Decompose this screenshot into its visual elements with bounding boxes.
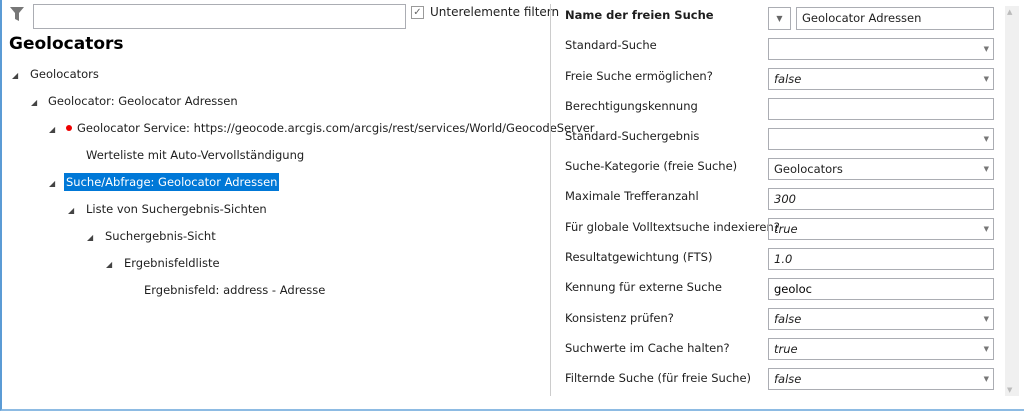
cache-select[interactable]: true ▼	[768, 338, 994, 360]
search-input[interactable]	[33, 4, 406, 29]
name-field[interactable]: Geolocator Adressen	[796, 7, 994, 30]
prop-label: Resultatgewichtung (FTS)	[565, 250, 713, 264]
filter-icon[interactable]	[9, 6, 25, 22]
external-id-field[interactable]: geoloc	[768, 278, 994, 300]
permission-field[interactable]	[768, 98, 994, 120]
tree-node[interactable]: Geolocators	[30, 65, 99, 83]
prop-label: Suchwerte im Cache halten?	[565, 341, 730, 355]
prop-label: Freie Suche ermöglichen?	[565, 69, 713, 83]
fts-weight-field[interactable]: 1.0	[768, 248, 994, 270]
max-hits-field[interactable]: 300	[768, 188, 994, 210]
panel-title: Geolocators	[9, 34, 124, 54]
tree-node[interactable]: Geolocator Service: https://geocode.arcg…	[66, 119, 595, 137]
prop-label: Name der freien Suche	[565, 8, 714, 22]
expand-arrow-icon[interactable]: ◢	[49, 125, 55, 134]
scroll-up-icon[interactable]: ▲	[1007, 8, 1012, 16]
tree-node[interactable]: Ergebnisfeld: address - Adresse	[144, 281, 325, 299]
prop-label: Berechtigungskennung	[565, 99, 698, 113]
tree-node[interactable]: Werteliste mit Auto-Vervollständigung	[86, 146, 304, 164]
standard-search-select[interactable]: ▼	[768, 38, 994, 60]
prop-label: Standard-Suchergebnis	[565, 129, 700, 143]
prop-label: Suche-Kategorie (freie Suche)	[565, 159, 738, 173]
tree-node-label: Geolocator Service: https://geocode.arcg…	[77, 121, 595, 135]
expand-arrow-icon[interactable]: ◢	[68, 206, 74, 215]
consistency-select[interactable]: false ▼	[768, 308, 994, 330]
filter-search-select[interactable]: false ▼	[768, 368, 994, 390]
splitter[interactable]	[550, 4, 551, 396]
scroll-down-icon[interactable]: ▼	[1007, 386, 1012, 394]
error-dot-icon	[66, 125, 72, 131]
expand-arrow-icon[interactable]: ◢	[49, 179, 55, 188]
prop-label: Für globale Volltextsuche indexieren?	[565, 220, 780, 234]
name-dropdown-button[interactable]: ▼	[768, 7, 791, 30]
tree-node[interactable]: Liste von Suchergebnis-Sichten	[86, 200, 267, 218]
prop-label: Konsistenz prüfen?	[565, 311, 674, 325]
expand-arrow-icon[interactable]: ◢	[87, 233, 93, 242]
prop-label: Maximale Trefferanzahl	[565, 189, 699, 203]
prop-label: Standard-Suche	[565, 38, 657, 52]
fulltext-index-select[interactable]: true ▼	[768, 218, 994, 240]
tree-node[interactable]: Suchergebnis-Sicht	[105, 227, 216, 245]
free-search-select[interactable]: false ▼	[768, 68, 994, 90]
prop-label: Kennung für externe Suche	[565, 280, 722, 294]
prop-label: Filternde Suche (für freie Suche)	[565, 371, 752, 385]
tree-node-selected[interactable]: Suche/Abfrage: Geolocator Adressen	[64, 173, 280, 191]
tree-node[interactable]: Ergebnisfeldliste	[124, 254, 220, 272]
category-select[interactable]: Geolocators ▼	[768, 158, 994, 180]
expand-arrow-icon[interactable]: ◢	[31, 98, 37, 107]
expand-arrow-icon[interactable]: ◢	[12, 71, 18, 80]
scrollbar[interactable]: ▲ ▼	[1005, 6, 1019, 396]
expand-arrow-icon[interactable]: ◢	[106, 260, 112, 269]
standard-result-select[interactable]: ▼	[768, 128, 994, 150]
tree-node[interactable]: Geolocator: Geolocator Adressen	[48, 92, 238, 110]
filter-children-label[interactable]: Unterelemente filtern	[430, 5, 559, 19]
filter-children-checkbox[interactable]: ✓	[411, 6, 424, 19]
